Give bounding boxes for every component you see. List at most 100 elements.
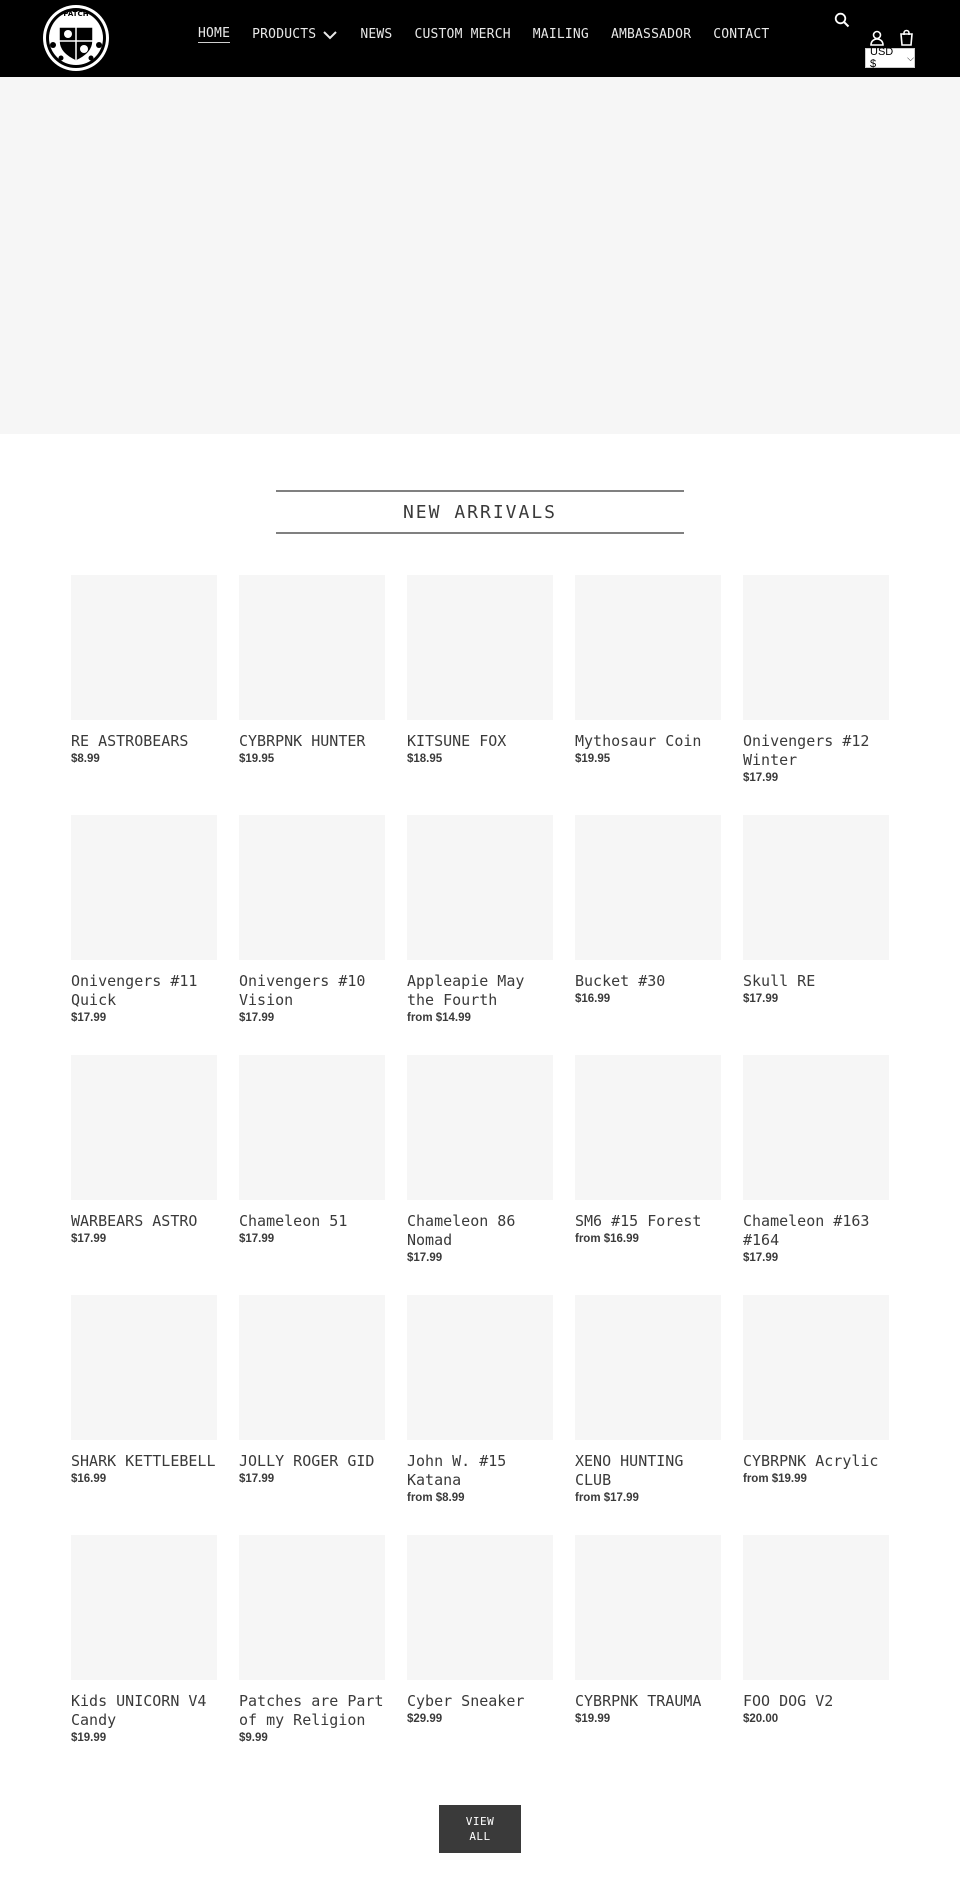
product-image[interactable]: [575, 1535, 721, 1680]
product-price: $17.99: [743, 993, 779, 1005]
nav-news[interactable]: NEWS: [360, 27, 392, 42]
product-card[interactable]: RE ASTROBEARS $8.99: [71, 575, 217, 815]
nav-products[interactable]: PRODUCTS: [252, 27, 338, 42]
product-price: $17.99: [407, 1252, 443, 1264]
product-card[interactable]: John W. #15 Katana from $8.99: [407, 1295, 553, 1535]
product-image[interactable]: [71, 575, 217, 720]
product-title[interactable]: CYBRPNK HUNTER: [239, 732, 385, 751]
product-card[interactable]: WARBEARS ASTRO $17.99: [71, 1055, 217, 1295]
product-title[interactable]: Patches are Part of my Religion: [239, 1692, 385, 1730]
product-title[interactable]: Chameleon #163 #164: [743, 1212, 889, 1250]
product-card[interactable]: Kids UNICORN V4 Candy $19.99: [71, 1535, 217, 1775]
product-image[interactable]: [743, 1055, 889, 1200]
cart-icon[interactable]: [898, 29, 915, 46]
product-card[interactable]: Onivengers #11 Quick $17.99: [71, 815, 217, 1055]
product-card[interactable]: Chameleon 51 $17.99: [239, 1055, 385, 1295]
product-title[interactable]: Onivengers #10 Vision: [239, 972, 385, 1010]
product-row: Onivengers #11 Quick $17.99 Onivengers #1…: [0, 815, 960, 1055]
nav-ambassador[interactable]: AMBASSADOR: [611, 27, 691, 42]
product-price: $19.95: [575, 753, 611, 765]
nav-custom-merch[interactable]: CUSTOM MERCH: [414, 27, 510, 42]
product-image[interactable]: [575, 1055, 721, 1200]
product-card[interactable]: FOO DOG V2 $20.00: [743, 1535, 889, 1775]
product-title[interactable]: Mythosaur Coin: [575, 732, 721, 751]
product-image[interactable]: [407, 575, 553, 720]
product-image[interactable]: [239, 1535, 385, 1680]
product-image[interactable]: [407, 1055, 553, 1200]
product-image[interactable]: [575, 575, 721, 720]
product-card[interactable]: Skull RE $17.99: [743, 815, 889, 1055]
product-title[interactable]: Onivengers #11 Quick: [71, 972, 217, 1010]
product-card[interactable]: KITSUNE FOX $18.95: [407, 575, 553, 815]
product-image[interactable]: [575, 815, 721, 960]
product-card[interactable]: Bucket #30 $16.99: [575, 815, 721, 1055]
view-all-button[interactable]: VIEW ALL: [439, 1805, 521, 1853]
product-image[interactable]: [239, 575, 385, 720]
product-title[interactable]: Bucket #30: [575, 972, 721, 991]
nav-products-label: PRODUCTS: [252, 27, 317, 42]
product-card[interactable]: Onivengers #12 Winter $17.99: [743, 575, 889, 815]
product-image[interactable]: [743, 815, 889, 960]
chevron-down-icon: [323, 30, 338, 39]
product-card[interactable]: CYBRPNK HUNTER $19.95: [239, 575, 385, 815]
product-image[interactable]: [71, 1295, 217, 1440]
svg-text:PATCH: PATCH: [63, 10, 88, 18]
currency-value: USD $: [870, 46, 894, 70]
product-title[interactable]: RE ASTROBEARS: [71, 732, 217, 751]
product-title[interactable]: Chameleon 51: [239, 1212, 385, 1231]
product-card[interactable]: Onivengers #10 Vision $17.99: [239, 815, 385, 1055]
product-image[interactable]: [239, 815, 385, 960]
product-image[interactable]: [743, 1535, 889, 1680]
account-icon[interactable]: [869, 30, 885, 46]
product-title[interactable]: Onivengers #12 Winter: [743, 732, 889, 770]
product-card[interactable]: SM6 #15 Forest from $16.99: [575, 1055, 721, 1295]
nav-mailing[interactable]: MAILING: [533, 27, 589, 42]
product-card[interactable]: CYBRPNK Acrylic from $19.99: [743, 1295, 889, 1535]
product-title[interactable]: CYBRPNK TRAUMA: [575, 1692, 721, 1711]
product-title[interactable]: Chameleon 86 Nomad: [407, 1212, 553, 1250]
product-card[interactable]: Appleapie May the Fourth from $14.99: [407, 815, 553, 1055]
product-card[interactable]: Chameleon 86 Nomad $17.99: [407, 1055, 553, 1295]
product-card[interactable]: Chameleon #163 #164 $17.99: [743, 1055, 889, 1295]
product-image[interactable]: [575, 1295, 721, 1440]
product-image[interactable]: [407, 1535, 553, 1680]
product-image[interactable]: [239, 1055, 385, 1200]
product-title[interactable]: KITSUNE FOX: [407, 732, 553, 751]
product-title[interactable]: XENO HUNTING CLUB: [575, 1452, 721, 1490]
product-title[interactable]: Skull RE: [743, 972, 889, 991]
product-price: from $16.99: [575, 1233, 639, 1245]
nav-home[interactable]: HOME: [198, 26, 231, 43]
product-title[interactable]: FOO DOG V2: [743, 1692, 889, 1711]
product-card[interactable]: Patches are Part of my Religion $9.99: [239, 1535, 385, 1775]
currency-selector[interactable]: USD $ ⌵: [865, 46, 915, 70]
product-card[interactable]: Cyber Sneaker $29.99: [407, 1535, 553, 1775]
product-card[interactable]: XENO HUNTING CLUB from $17.99: [575, 1295, 721, 1535]
product-image[interactable]: [743, 575, 889, 720]
product-title[interactable]: SHARK KETTLEBELL: [71, 1452, 217, 1471]
product-title[interactable]: Appleapie May the Fourth: [407, 972, 553, 1010]
product-image[interactable]: [71, 1535, 217, 1680]
logo[interactable]: PATCH: [41, 3, 111, 73]
product-card[interactable]: JOLLY ROGER GID $17.99: [239, 1295, 385, 1535]
product-title[interactable]: Kids UNICORN V4 Candy: [71, 1692, 217, 1730]
chevron-down-icon: ⌵: [907, 52, 914, 63]
product-title[interactable]: WARBEARS ASTRO: [71, 1212, 217, 1231]
product-image[interactable]: [407, 1295, 553, 1440]
product-image[interactable]: [407, 815, 553, 960]
product-image[interactable]: [71, 815, 217, 960]
product-title[interactable]: CYBRPNK Acrylic: [743, 1452, 889, 1471]
product-card[interactable]: CYBRPNK TRAUMA $19.99: [575, 1535, 721, 1775]
product-card[interactable]: Mythosaur Coin $19.95: [575, 575, 721, 815]
product-image[interactable]: [71, 1055, 217, 1200]
product-price: $17.99: [71, 1233, 107, 1245]
product-image[interactable]: [743, 1295, 889, 1440]
product-title[interactable]: SM6 #15 Forest: [575, 1212, 721, 1231]
product-title[interactable]: Cyber Sneaker: [407, 1692, 553, 1711]
product-title[interactable]: JOLLY ROGER GID: [239, 1452, 385, 1471]
product-title[interactable]: John W. #15 Katana: [407, 1452, 553, 1490]
product-card[interactable]: SHARK KETTLEBELL $16.99: [71, 1295, 217, 1535]
nav-contact[interactable]: CONTACT: [713, 27, 769, 42]
product-image[interactable]: [239, 1295, 385, 1440]
product-row: WARBEARS ASTRO $17.99 Chameleon 51 $17.99 …: [0, 1055, 960, 1295]
search-icon[interactable]: [834, 12, 850, 28]
